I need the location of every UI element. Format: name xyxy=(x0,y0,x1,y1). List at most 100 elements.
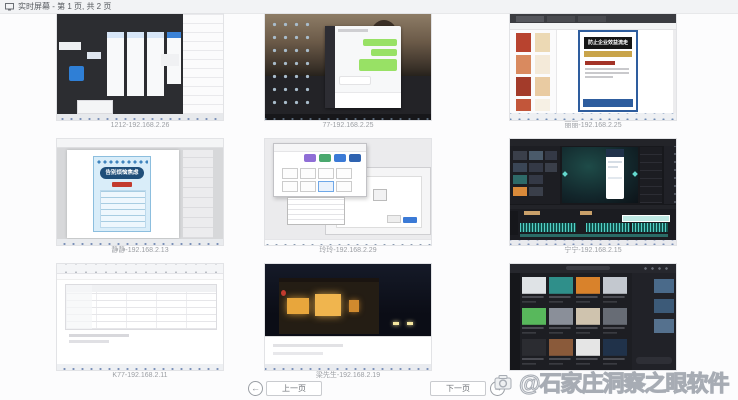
template-thumb xyxy=(516,77,531,96)
shape-chip xyxy=(334,154,346,162)
clip[interactable] xyxy=(524,211,540,215)
gallery-card[interactable] xyxy=(603,277,627,305)
panel-input[interactable] xyxy=(636,357,672,364)
window-panel xyxy=(127,32,144,96)
selected-clip[interactable] xyxy=(622,215,670,222)
taskbar xyxy=(510,240,676,245)
screen-thumbnail-8[interactable] xyxy=(265,264,431,370)
tool-rail xyxy=(664,146,676,204)
live-view-window: 实时屏幕 - 第 1 页, 共 2 页 xyxy=(0,0,738,400)
right-panel xyxy=(183,14,223,114)
audio-waveform[interactable] xyxy=(586,223,630,232)
dropdown-list xyxy=(287,197,345,225)
chat-bubble-outgoing xyxy=(363,39,397,46)
gallery-card[interactable] xyxy=(522,339,546,367)
table-label-column xyxy=(66,285,92,329)
template-thumb xyxy=(535,33,550,52)
search-bar[interactable] xyxy=(566,266,610,270)
doc-ribbon xyxy=(57,274,223,280)
audio-waveform[interactable] xyxy=(520,223,576,232)
cancel-button-mini xyxy=(387,215,401,223)
browser-tabbar xyxy=(510,14,676,23)
track-heads xyxy=(510,211,518,235)
scrollbar[interactable] xyxy=(673,30,676,113)
screen-thumbnail-5[interactable] xyxy=(265,139,431,245)
poster-text-line xyxy=(585,72,629,74)
file-panel xyxy=(265,336,431,365)
panel-thumb xyxy=(654,319,674,333)
floating-chip xyxy=(87,52,101,59)
taskbar xyxy=(265,114,431,120)
gallery-card[interactable] xyxy=(549,308,573,336)
poster-text-line xyxy=(585,68,629,70)
poster-footer-bar xyxy=(583,99,633,107)
clip[interactable] xyxy=(580,211,592,215)
poster-red-heading xyxy=(585,61,615,65)
shape-chip xyxy=(304,154,316,162)
car-light xyxy=(407,322,413,325)
doc-text-line xyxy=(69,340,109,343)
poster-gold-bar xyxy=(584,51,632,57)
gallery-card[interactable] xyxy=(522,277,546,305)
gallery-card[interactable] xyxy=(576,308,600,336)
chat-sidebar xyxy=(325,26,335,108)
poster-title-band: 防止企业效益流走 xyxy=(584,37,632,49)
media-thumb xyxy=(529,163,543,172)
gallery-topbar xyxy=(510,264,676,273)
camera-icon xyxy=(494,374,516,390)
note-red-tag xyxy=(112,182,132,187)
gallery-card[interactable] xyxy=(549,339,573,367)
image-placeholder xyxy=(373,189,387,201)
media-thumb xyxy=(545,151,557,160)
screen-thumbnail-6[interactable] xyxy=(510,139,676,245)
gallery-card[interactable] xyxy=(576,277,600,305)
timeline xyxy=(510,205,676,240)
screen-thumbnail-1[interactable] xyxy=(57,14,223,120)
screen-thumbnail-3[interactable]: 防止企业效益流走 xyxy=(510,14,676,120)
media-thumb xyxy=(529,187,543,196)
device-caption-7: K77-192.168.2.11 xyxy=(57,371,223,380)
screen-thumbnail-4[interactable]: 告别烦恼焦虑 xyxy=(57,139,223,245)
lit-window xyxy=(349,300,359,312)
shape-chip xyxy=(349,154,361,162)
phone-header xyxy=(606,149,624,157)
prev-page-button[interactable]: 上一页 xyxy=(266,381,322,396)
small-dialog xyxy=(161,54,179,66)
left-handle[interactable] xyxy=(562,171,568,177)
browser-toolbar xyxy=(510,23,676,30)
media-thumb xyxy=(545,163,557,172)
screen-thumbnail-9[interactable] xyxy=(510,264,676,370)
document-page: 告别烦恼焦虑 xyxy=(67,150,179,238)
taskbar xyxy=(265,364,431,370)
properties-panel xyxy=(640,147,662,203)
side-tool-panel xyxy=(183,150,213,238)
gallery-card[interactable] xyxy=(522,308,546,336)
shape-outline xyxy=(336,168,352,179)
poster-title-text: 防止企业效益流走 xyxy=(584,37,632,49)
prev-page-arrow-icon[interactable]: ← xyxy=(248,381,263,396)
poster-canvas: 防止企业效益流走 xyxy=(578,30,638,112)
lit-window xyxy=(315,294,341,316)
template-thumb xyxy=(516,55,531,74)
doc-toolbar xyxy=(57,264,223,274)
screen-thumbnail-7[interactable] xyxy=(57,264,223,370)
car-light xyxy=(393,322,399,325)
window-panel xyxy=(107,32,124,96)
media-panel xyxy=(510,146,560,204)
gallery-card[interactable] xyxy=(603,308,627,336)
template-thumb xyxy=(516,99,531,111)
right-handle[interactable] xyxy=(632,171,638,177)
media-thumb xyxy=(513,175,527,184)
device-caption-3: 丽丽-192.168.2.25 xyxy=(510,121,676,130)
window-control-icons[interactable] xyxy=(642,267,672,270)
next-page-button[interactable]: 下一页 xyxy=(430,381,486,396)
gallery-card[interactable] xyxy=(603,339,627,367)
panel-line xyxy=(273,344,343,347)
taskbar xyxy=(57,239,223,245)
screen-thumbnail-2[interactable] xyxy=(265,14,431,120)
scallop-border xyxy=(96,159,148,165)
audio-waveform[interactable] xyxy=(632,223,668,232)
shape-outline xyxy=(318,168,334,179)
gallery-card[interactable] xyxy=(549,277,573,305)
gallery-card[interactable] xyxy=(576,339,600,367)
